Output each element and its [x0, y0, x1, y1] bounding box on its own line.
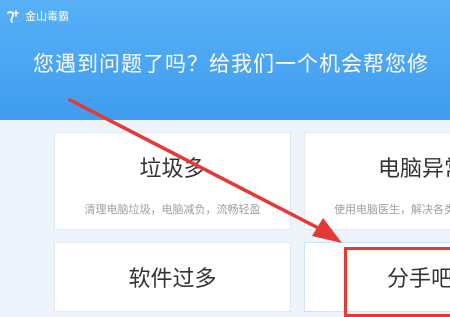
card-title: 软件过多: [128, 267, 217, 292]
card-too-many-software[interactable]: 软件过多: [54, 242, 291, 312]
kingsoft-logo-icon: [6, 9, 20, 23]
card-pc-abnormal[interactable]: 电脑异常 使用电脑医生，解决各类问题: [304, 132, 450, 230]
card-title: 电脑异常: [378, 157, 450, 182]
header-banner: 金山毒霸 您遇到问题了吗？给我们一个机会帮您修: [0, 0, 450, 120]
banner-headline: 您遇到问题了吗？给我们一个机会帮您修: [33, 52, 429, 76]
card-desc: 使用电脑医生，解决各类问题: [334, 203, 450, 216]
card-junk-cleanup[interactable]: 垃圾多 清理电脑垃圾，电脑减负，流畅轻盈: [54, 132, 291, 230]
card-title: 垃圾多: [139, 157, 206, 182]
app-name: 金山毒霸: [25, 10, 69, 23]
annotation-highlight-box: [344, 247, 450, 317]
brand: 金山毒霸: [6, 6, 69, 26]
card-desc: 清理电脑垃圾，电脑减负，流畅轻盈: [84, 203, 261, 216]
